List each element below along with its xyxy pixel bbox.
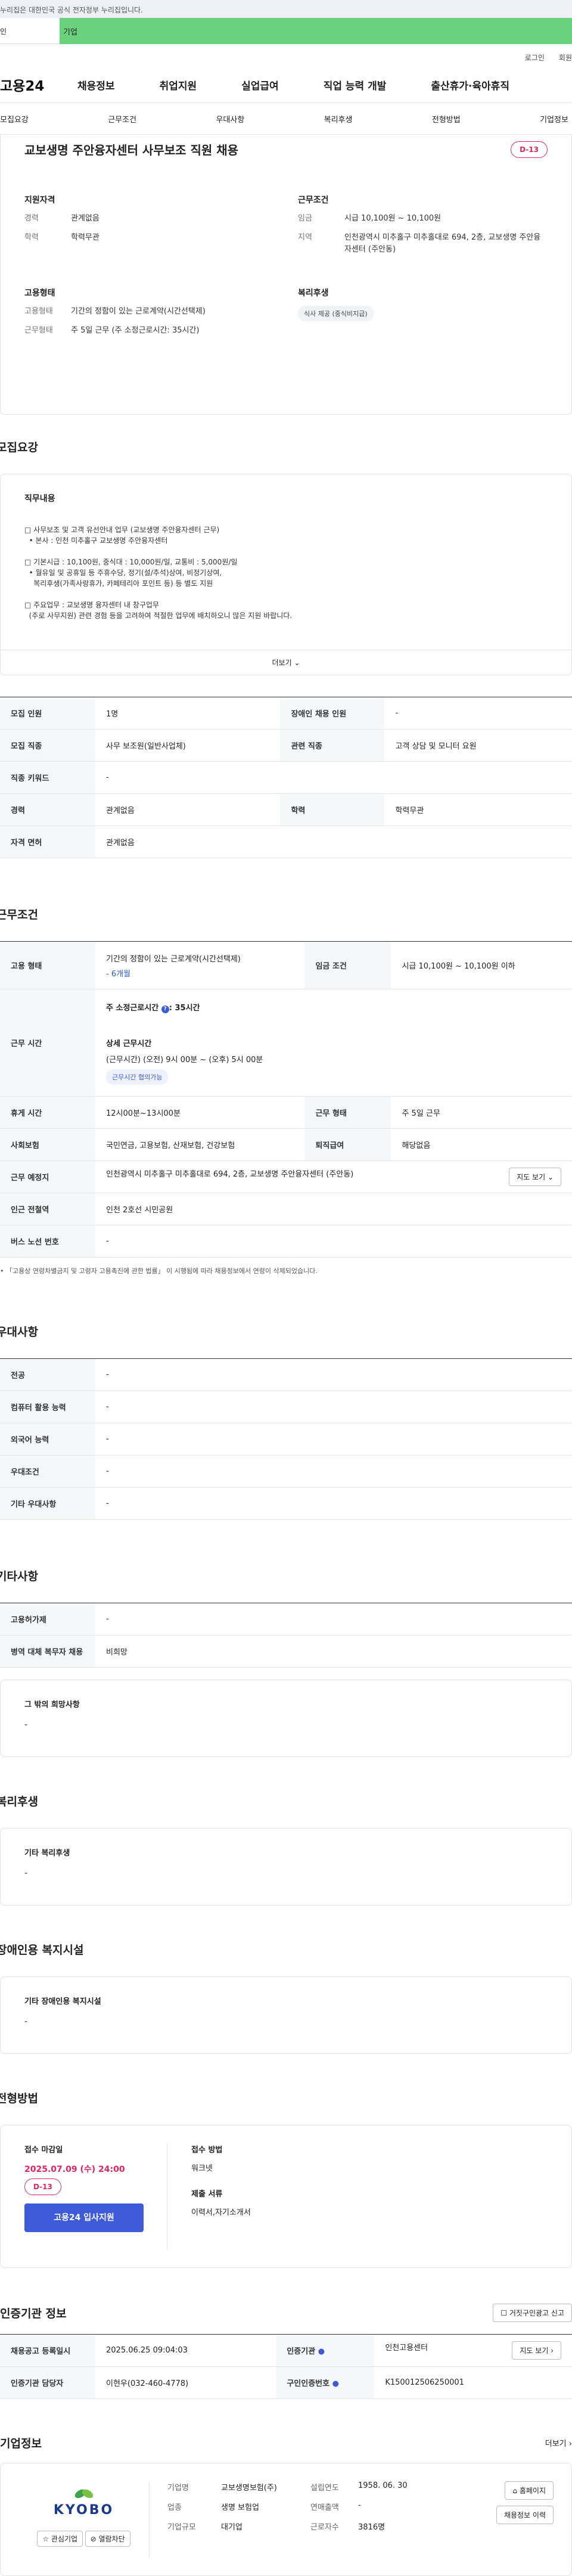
nav-training[interactable]: 직업 능력 개발: [324, 77, 387, 92]
table-row: 기타 우대사항 -: [0, 1487, 572, 1520]
snb-work[interactable]: 근무조건: [108, 113, 136, 125]
section-nav: 모집요강 근무조건 우대사항 복리후생 전형방법 기업정보: [0, 103, 572, 135]
gov-banner: 누리집은 대한민국 공식 전자정부 누리집입니다.: [0, 0, 572, 18]
top-links: 로그인 회원: [0, 44, 572, 67]
table-row: 병역 대체 복무자 채용 비희망: [0, 1635, 572, 1668]
apply-box: 접수 마감일 2025.07.09 (수) 24:00 D-13 고용24 입사…: [0, 2125, 572, 2268]
table-row: 근무 예정지 인천광역시 미추홀구 미추홀대로 694, 2층, 교보생명 주안융…: [0, 1160, 572, 1193]
main-nav: 고용24 채용정보 취업지원 실업급여 직업 능력 개발 출산휴가·육아휴직: [0, 67, 572, 103]
welfare-heading: 복리후생: [0, 1795, 38, 1808]
table-row: 컴퓨터 활용 능력 -: [0, 1391, 572, 1423]
snb-welfare[interactable]: 복리후생: [324, 113, 353, 125]
table-row: 인근 전철역 인천 2호선 시민공원: [0, 1193, 572, 1225]
method-col: 접수 방법 워크넷 제출 서류 이력서,자기소개서: [191, 2146, 251, 2217]
company-info: 기업명 교보생명보험(주) 설립연도 1958. 06. 30 업종 생명 보험업 연매출…: [167, 2481, 408, 2532]
job-summary-card: 교보생명 주안융자센터 사무보조 직원 채용 D-13 지원자격 경력 관계없음 학…: [0, 135, 572, 415]
map-button[interactable]: 지도 보기 ›: [512, 2341, 561, 2360]
etc-table: 고용허가제 - 병역 대체 복무자 채용 비희망: [0, 1603, 572, 1668]
dday-badge: D-13: [24, 2178, 61, 2195]
nav-jobs[interactable]: 채용정보: [77, 77, 115, 92]
more-button[interactable]: 더보기 ⌄: [1, 650, 571, 675]
nav-leave[interactable]: 출산휴가·육아휴직: [431, 77, 509, 92]
pref-heading: 우대사항: [0, 1326, 38, 1339]
nav-employment[interactable]: 취업지원: [160, 77, 197, 92]
table-row: 고용 형태 기간의 정함이 있는 근로계약(시간선택제) - 6개월 임금 조건 시급 …: [0, 941, 572, 989]
time-tag: 근무시간 협의가능: [106, 1069, 169, 1085]
table-row: 버스 노선 번호 -: [0, 1225, 572, 1258]
disability-heading: 장애인용 복지시설: [0, 1944, 84, 1957]
duty-text: □ 사무보조 및 고객 유선안내 업무 (교보생명 주안융자센터 근무) • 본…: [24, 526, 293, 620]
condition-block: 근무조건 임금 시급 10,100원 ~ 10,100원 지역 인천광역시 미추홀구…: [298, 195, 541, 254]
etc-box: 그 밖의 희망사항 -: [0, 1680, 572, 1757]
table-row: 자격 면허 관계없음: [0, 825, 572, 858]
info-icon[interactable]: ?: [161, 1005, 169, 1013]
company-more-link[interactable]: 더보기 ›: [545, 2437, 572, 2448]
report-button[interactable]: ☐ 거짓구인광고 신고: [493, 2304, 572, 2322]
snb-pref[interactable]: 우대사항: [216, 113, 244, 125]
snb-company[interactable]: 기업정보: [540, 113, 568, 125]
table-row: 채용공고 등록일시 2025.06.25 09:04:03 인증기관 ● 인천고용센터…: [0, 2334, 572, 2367]
table-row: 고용허가제 -: [0, 1603, 572, 1635]
table-row: 외국어 능력 -: [0, 1423, 572, 1455]
nav-unemployment[interactable]: 실업급여: [241, 77, 279, 92]
qualification-block: 지원자격 경력 관계없음 학력 학력무관: [24, 195, 100, 242]
table-row: 사회보험 국민연금, 고용보험, 산재보험, 건강보험 퇴직급여 해당없음: [0, 1128, 572, 1161]
table-row: 근무 시간 주 소정근로시간 ?: 35시간 상세 근무시간 (근무시간) (오…: [0, 989, 572, 1097]
table-row: 직종 키워드 -: [0, 761, 572, 794]
welfare-box: 기타 복리후생 -: [0, 1828, 572, 1905]
table-row: 인증기관 담당자 이현우(032-460-4778) 구인인증번호 ● K150012…: [0, 2366, 572, 2399]
age-note: • 「고용상 연령차별금지 및 고령자 고용촉진에 관한 법률」 이 시행됨에 …: [0, 1267, 318, 1275]
cert-table: 채용공고 등록일시 2025.06.25 09:04:03 인증기관 ● 인천고용센터…: [0, 2334, 572, 2399]
tab-company[interactable]: 기업: [60, 18, 572, 44]
favorite-button[interactable]: ☆ 관심기업: [37, 2531, 83, 2547]
employment-block: 고용형태 고용형태 기간의 정함이 있는 근로계약(시간선택제) 근무형태 주 5일…: [24, 288, 206, 335]
dday-badge: D-13: [511, 141, 548, 158]
recruit-heading: 모집요강: [0, 441, 38, 454]
table-row: 경력 관계없음 학력 학력무관: [0, 793, 572, 826]
etc-heading: 기타사항: [0, 1570, 38, 1583]
disability-box: 기타 장애인용 복지시설 -: [0, 1976, 572, 2054]
welfare-pill: 식사 제공 (중식비지급): [298, 306, 374, 321]
login-link[interactable]: 로그인: [525, 54, 545, 62]
company-actions: ⌂ 홈페이지 채용정보 이력: [470, 2481, 554, 2558]
job-title: 교보생명 주안융자센터 사무보조 직원 채용 D-13: [24, 141, 548, 158]
map-button[interactable]: 지도 보기 ⌄: [509, 1168, 561, 1186]
site-logo[interactable]: 고용24: [0, 75, 48, 95]
tab-bar: 인 기업: [0, 18, 572, 44]
table-row: 전공 -: [0, 1358, 572, 1391]
signup-link[interactable]: 회원: [559, 54, 572, 62]
apply-heading: 전형방법: [0, 2092, 38, 2105]
apply-button[interactable]: 고용24 입사지원: [24, 2203, 144, 2232]
recruit-table: 모집 인원 1명 장애인 채용 인원 - 모집 직종 사무 보조원(일반사업체) 관련 직…: [0, 697, 572, 858]
kyobo-logo: KYOBO: [18, 2487, 149, 2518]
company-heading: 기업정보: [0, 2437, 42, 2450]
welfare-block: 복리후생 식사 제공 (중식비지급): [298, 287, 548, 344]
company-logo-col: KYOBO ☆ 관심기업 ⊘ 열람차단: [18, 2481, 150, 2558]
info-icon[interactable]: ●: [318, 2347, 325, 2356]
block-button[interactable]: ⊘ 열람차단: [85, 2531, 130, 2547]
deadline-col: 접수 마감일 2025.07.09 (수) 24:00 D-13 고용24 입사…: [24, 2143, 167, 2249]
duty-box: 직무내용 □ 사무보조 및 고객 유선안내 업무 (교보생명 주안융자센터 근무…: [0, 474, 572, 675]
cert-heading: 인증기관 정보: [0, 2307, 67, 2320]
tab-personal[interactable]: 인: [0, 18, 60, 44]
work-table: 고용 형태 기간의 정함이 있는 근로계약(시간선택제) - 6개월 임금 조건 시급 …: [0, 941, 572, 1258]
homepage-button[interactable]: ⌂ 홈페이지: [505, 2481, 554, 2500]
table-row: 휴게 시간 12시00분~13시00분 근무 형태 주 5일 근무: [0, 1096, 572, 1129]
table-row: 모집 인원 1명 장애인 채용 인원 -: [0, 697, 572, 730]
table-row: 모집 직종 사무 보조원(일반사업체) 관련 직종 고객 상담 및 모니터 요원: [0, 729, 572, 762]
job-history-button[interactable]: 채용정보 이력: [496, 2506, 554, 2524]
company-box: KYOBO ☆ 관심기업 ⊘ 열람차단 기업명 교보생명보험(주) 설립연도 1958…: [0, 2463, 572, 2576]
work-heading: 근무조건: [0, 908, 38, 921]
table-row: 우대조건 -: [0, 1455, 572, 1488]
snb-recruit[interactable]: 모집요강: [0, 113, 29, 125]
info-icon[interactable]: ●: [332, 2379, 339, 2388]
snb-apply[interactable]: 전형방법: [432, 113, 461, 125]
pref-table: 전공 - 컴퓨터 활용 능력 - 외국어 능력 - 우대조건 - 기타 우대사항 -: [0, 1358, 572, 1520]
